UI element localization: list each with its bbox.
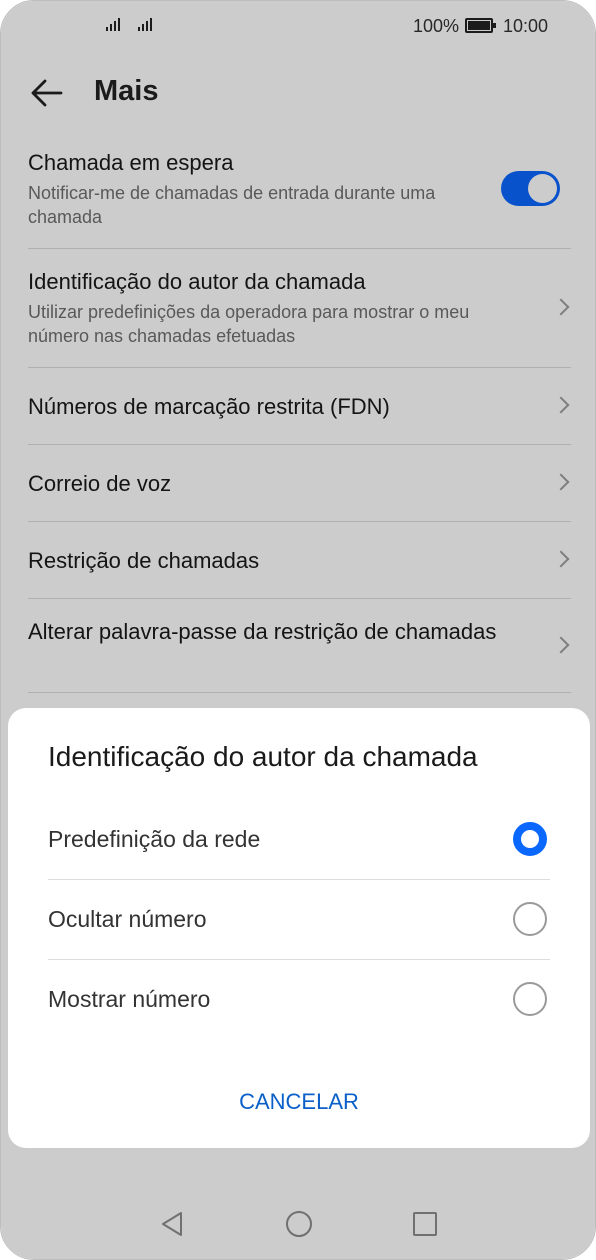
dialog-title: Identificação do autor da chamada [48,741,478,772]
option-show-number[interactable]: Mostrar número [48,960,550,1040]
option-label: Predefinição da rede [48,826,261,852]
caller-id-dialog: Identificação do autor da chamada Predef… [8,708,590,1148]
option-label: Mostrar número [48,986,211,1012]
phone-frame: 100% 10:00 Mais Chamada em espera Notifi… [0,0,596,1260]
option-hide-number[interactable]: Ocultar número [48,880,550,960]
radio-unselected-icon[interactable] [513,902,547,936]
cancel-button[interactable]: CANCELAR [8,1082,590,1122]
option-label: Ocultar número [48,906,207,932]
option-network-default[interactable]: Predefinição da rede [48,800,550,880]
radio-options: Predefinição da rede Ocultar número Most… [48,800,550,1040]
radio-selected-icon[interactable] [513,822,547,856]
radio-unselected-icon[interactable] [513,982,547,1016]
